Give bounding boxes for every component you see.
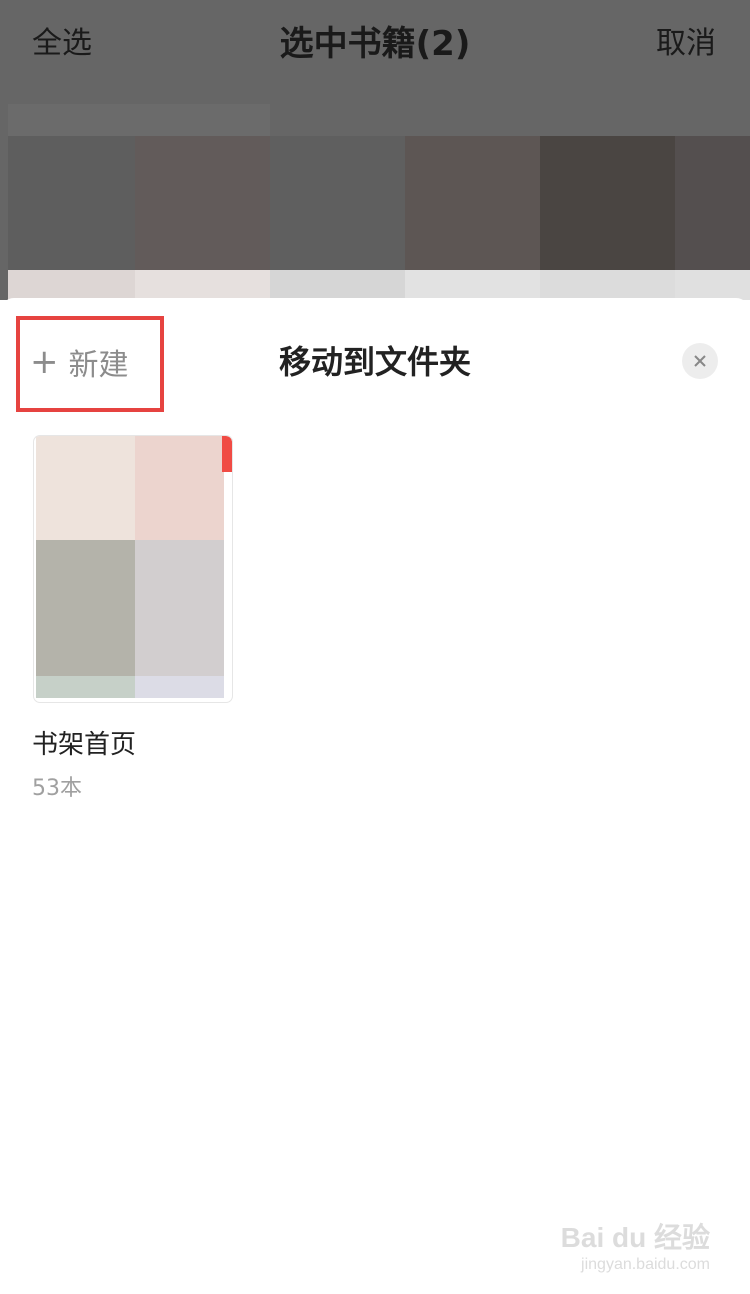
book-cover <box>270 136 405 270</box>
book-cover <box>405 136 540 270</box>
baidu-watermark: Bai du 经验 jingyan.baidu.com <box>561 1216 710 1274</box>
book-cover <box>8 104 270 136</box>
folder-count: 53本 <box>32 776 82 801</box>
folder-cover-tile <box>135 436 224 540</box>
folder-name[interactable]: 书架首页 <box>32 724 136 761</box>
folder-cover-tile <box>135 540 224 676</box>
book-cover <box>135 270 270 300</box>
watermark-logo-text: Bai du 经验 <box>560 1222 710 1253</box>
sheet-title: 移动到文件夹 <box>278 343 471 381</box>
close-icon-glyph <box>694 355 706 367</box>
top-bar: 全选 选中书籍(2) 取消 <box>0 0 750 89</box>
folder-cover-tile <box>36 436 135 540</box>
folder-badge <box>222 436 232 472</box>
cancel-button[interactable]: 取消 <box>656 0 716 88</box>
folder-cover-tile <box>36 540 135 676</box>
book-cover <box>405 270 540 300</box>
page-title: 选中书籍(2) <box>279 24 471 64</box>
folder-card[interactable] <box>34 436 232 702</box>
bookshelf-background <box>0 88 750 300</box>
watermark-url: jingyan.baidu.com <box>581 1256 710 1273</box>
folder-cover-tile <box>36 676 135 698</box>
close-icon[interactable] <box>682 343 718 379</box>
folder-cover-tile <box>135 676 224 698</box>
book-cover <box>8 136 135 270</box>
book-cover <box>540 136 675 270</box>
book-cover <box>270 270 405 300</box>
book-cover <box>540 270 675 300</box>
book-cover <box>135 136 270 270</box>
book-cover <box>675 270 750 300</box>
book-cover <box>675 136 750 270</box>
book-cover <box>8 270 135 300</box>
move-to-folder-sheet: + 新建 移动到文件夹 书架首页 53本 <box>0 298 750 1294</box>
